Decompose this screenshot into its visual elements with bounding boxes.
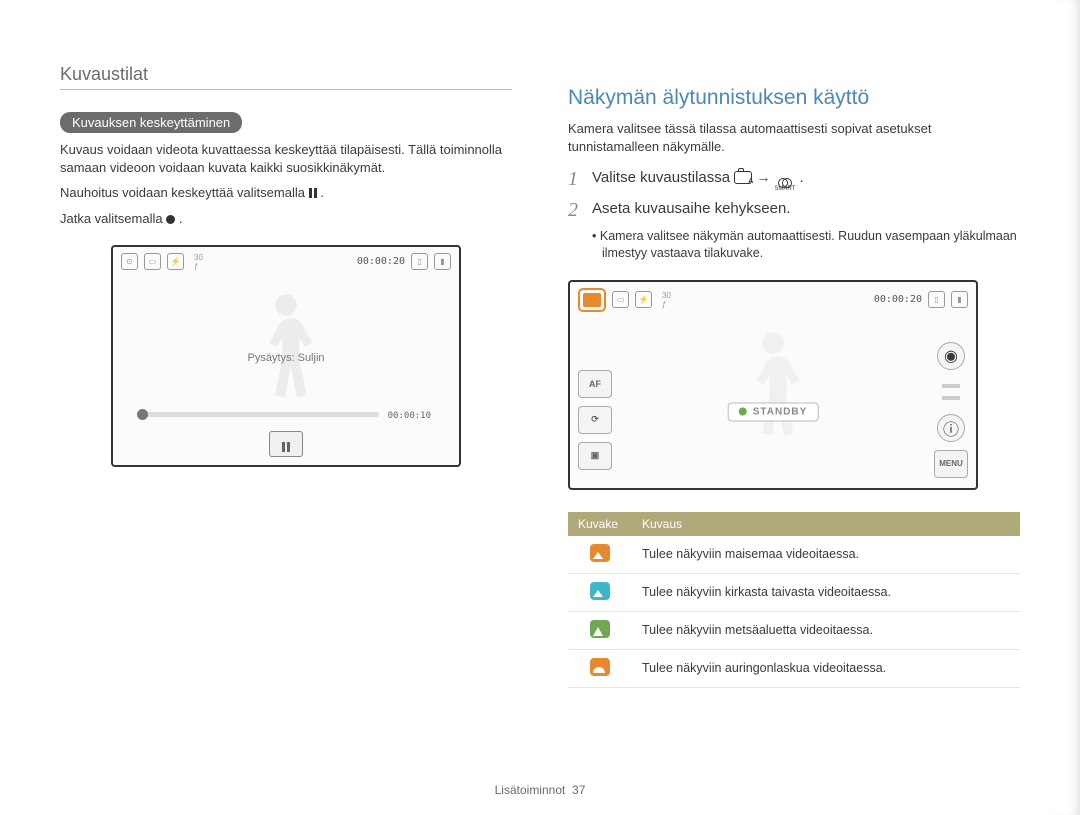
battery-icon: ▮ [434,253,451,270]
left-p2-b: . [320,185,324,200]
screen-top-row: ⊙ ▭ ⚡ 30ƒ 00:00:20 ▯ ▮ [113,247,459,276]
page-footer: Lisätoiminnot 37 [0,783,1080,797]
page-content: Kuvaustilat Kuvauksen keskeyttäminen Kuv… [0,0,1080,688]
left-p3-b: . [179,211,183,226]
steps-list: 1 Valitse kuvaustilassa → SMART . 2 Aset… [568,169,1020,262]
right-side-buttons: ◉ ⓘ MENU [934,342,968,478]
breadcrumb: Kuvaustilat [60,64,512,90]
left-paragraph-3: Jatka valitsemalla . [60,210,512,228]
step-1-c: . [799,169,803,186]
pause-shutter-label: Pysäytys: Suljin [247,352,324,364]
left-paragraph-1: Kuvaus voidaan videota kuvattaessa keske… [60,141,512,176]
smart-mode-icon: SMART [774,178,795,192]
left-column: Kuvaustilat Kuvauksen keskeyttäminen Kuv… [60,64,512,688]
step-1-text: Valitse kuvaustilassa → SMART . [592,169,804,192]
left-p3-a: Jatka valitsemalla [60,211,166,226]
pause-button[interactable] [269,431,303,457]
row-0-desc: Tulee näkyviin maisemaa videoitaessa. [632,536,1020,574]
sky-scene-icon [590,582,610,600]
step-2: 2 Aseta kuvausaihe kehykseen. [568,200,1020,220]
fps-icon: 30ƒ [190,253,207,270]
shutter-button[interactable]: ◉ [937,342,965,370]
left-p2-a: Nauhoitus voidaan keskeyttää valitsemall… [60,185,309,200]
table-head-icon: Kuvake [568,512,632,536]
left-paragraph-2: Nauhoitus voidaan keskeyttää valitsemall… [60,184,512,202]
zoom-slider[interactable] [942,378,960,406]
screen-top-row: ▭ ⚡ 30ƒ 00:00:20 ▯ ▮ [570,282,976,318]
screen-top-time: 00:00:20 [874,294,922,305]
camera-mode-icon [734,171,752,184]
standby-indicator: STANDBY [728,402,819,421]
step-1-a: Valitse kuvaustilassa [592,169,734,186]
landscape-scene-icon [590,544,610,562]
menu-button[interactable]: MENU [934,450,968,478]
step-2-subnote: Kamera valitsee näkymän automaattisesti.… [602,228,1020,262]
fps-icon: 30ƒ [658,291,675,308]
size-icon: ▭ [144,253,161,270]
row-2-desc: Tulee näkyviin metsäaluetta videoitaessa… [632,611,1020,649]
sunset-scene-icon [590,658,610,676]
table-row: Tulee näkyviin auringonlaskua videoitaes… [568,649,1020,687]
timer-button[interactable]: ⟳ [578,406,612,434]
row-1-desc: Tulee näkyviin kirkasta taivasta videoit… [632,573,1020,611]
elapsed-time: 00:00:10 [388,411,431,421]
size-icon: ▭ [612,291,629,308]
right-intro: Kamera valitsee tässä tilassa automaatti… [568,120,1020,155]
pause-icon [309,185,317,195]
af-button[interactable]: AF [578,370,612,398]
forest-scene-icon [590,620,610,638]
footer-label: Lisätoiminnot [495,783,566,797]
screen-top-time: 00:00:20 [357,256,405,267]
standby-screen-mock: ▭ ⚡ 30ƒ 00:00:20 ▯ ▮ STANDBY AF ⟳ ▣ ◉ [568,280,978,490]
step-1-number: 1 [568,169,582,192]
record-dot-icon [166,215,175,224]
subject-silhouette [246,287,326,407]
table-row: Tulee näkyviin maisemaa videoitaessa. [568,536,1020,574]
page-edge-shadow [1052,0,1080,815]
flash-off-icon: ⚡ [167,253,184,270]
gallery-button[interactable]: ▣ [578,442,612,470]
scene-badge-icon [578,288,606,312]
step-2-text: Aseta kuvausaihe kehykseen. [592,200,790,220]
row-3-desc: Tulee näkyviin auringonlaskua videoitaes… [632,649,1020,687]
right-column: Näkymän älytunnistuksen käyttö Kamera va… [568,64,1020,688]
progress-bar [139,412,379,417]
flash-off-icon: ⚡ [635,291,652,308]
standby-label: STANDBY [753,406,808,417]
pause-icon [282,439,290,449]
subsection-pill: Kuvauksen keskeyttäminen [60,112,242,133]
card-icon: ▯ [411,253,428,270]
arrow-icon: → [756,169,774,185]
card-icon: ▯ [928,291,945,308]
footer-page-number: 37 [572,783,585,797]
table-head-desc: Kuvaus [632,512,1020,536]
battery-icon: ▮ [951,291,968,308]
step-1: 1 Valitse kuvaustilassa → SMART . [568,169,1020,192]
progress-knob [137,409,148,420]
left-side-buttons: AF ⟳ ▣ [578,370,612,470]
mode-icon: ⊙ [121,253,138,270]
section-heading: Näkymän älytunnistuksen käyttö [568,86,1020,110]
recording-screen-mock: ⊙ ▭ ⚡ 30ƒ 00:00:20 ▯ ▮ Pysäytys: Suljin … [111,245,461,467]
mode-dial-button[interactable]: ⓘ [937,414,965,442]
table-row: Tulee näkyviin metsäaluetta videoitaessa… [568,611,1020,649]
table-row: Tulee näkyviin kirkasta taivasta videoit… [568,573,1020,611]
scene-icon-table: Kuvake Kuvaus Tulee näkyviin maisemaa vi… [568,512,1020,688]
standby-led-icon [739,408,747,416]
subject-silhouette [733,325,813,445]
step-2-number: 2 [568,200,582,220]
